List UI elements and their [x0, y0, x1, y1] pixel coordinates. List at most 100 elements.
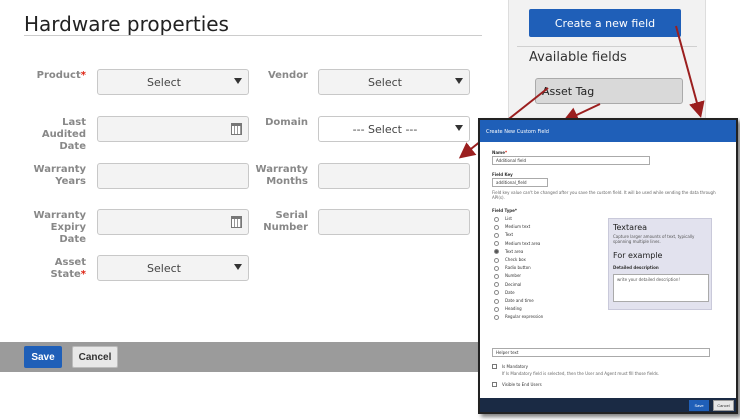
field-type-option-label: Decimal: [505, 281, 522, 287]
field-type-option-label: Medium text: [505, 224, 531, 230]
last-audited-date-label-line1: Last Audited: [41, 117, 86, 140]
field-type-option[interactable]: Date: [494, 290, 515, 298]
field-type-option[interactable]: Regular expression: [494, 314, 543, 322]
mandatory-label: Is Mandatory: [502, 364, 528, 369]
product-select[interactable]: Select: [97, 69, 249, 95]
preview-title: Textarea: [613, 223, 648, 232]
helper-text-input[interactable]: Helper text: [492, 348, 710, 357]
field-type-option-label: Date and time: [505, 298, 534, 303]
chevron-down-icon: [234, 78, 242, 84]
field-type-option[interactable]: Text area: [494, 249, 523, 257]
warranty-expiry-date-field[interactable]: [97, 209, 249, 235]
last-audited-date-label: Last Audited Date: [20, 117, 86, 153]
available-fields-title: Available fields: [529, 50, 627, 65]
chevron-down-icon: [234, 264, 242, 270]
modal-title: Create New Custom Field: [480, 120, 736, 142]
field-type-option[interactable]: Number: [494, 273, 521, 281]
serial-number-label: Serial Number: [263, 210, 308, 233]
preview-example-label: Detailed description: [613, 265, 659, 270]
field-type-option[interactable]: Date and time: [494, 298, 534, 306]
radio-icon[interactable]: [494, 249, 499, 255]
product-select-value: Select: [147, 76, 181, 89]
warranty-expiry-date-label-line1: Warranty Expiry: [33, 210, 86, 233]
radio-icon[interactable]: [494, 282, 499, 288]
modal-save-button[interactable]: Save: [689, 400, 709, 411]
field-type-option[interactable]: Text: [494, 232, 513, 240]
radio-icon[interactable]: [494, 314, 499, 320]
domain-select[interactable]: --- Select ---: [318, 116, 470, 142]
vendor-select[interactable]: Select: [318, 69, 470, 95]
custom-fields-sidebar: Create a new field Available fields Asse…: [508, 0, 706, 134]
available-field-asset-tag[interactable]: Asset Tag: [535, 78, 683, 104]
chevron-down-icon: [455, 125, 463, 131]
radio-icon[interactable]: [494, 241, 499, 247]
radio-icon[interactable]: [494, 265, 499, 271]
field-type-option[interactable]: Decimal: [494, 282, 521, 290]
asset-state-select[interactable]: Select: [97, 255, 249, 281]
mandatory-checkbox[interactable]: [492, 364, 497, 369]
domain-label: Domain: [265, 117, 308, 128]
name-label: Name*: [492, 150, 507, 155]
product-label: Product*: [30, 70, 86, 82]
field-type-option[interactable]: Medium text area: [494, 241, 540, 249]
field-type-option-label: Medium text area: [505, 240, 541, 246]
field-type-option[interactable]: List: [494, 216, 512, 224]
radio-icon[interactable]: [494, 232, 499, 238]
warranty-expiry-date-label: Warranty Expiry Date: [8, 210, 86, 246]
vendor-select-value: Select: [368, 76, 402, 89]
field-type-option-label: Heading: [505, 306, 522, 312]
last-audited-date-field[interactable]: [97, 116, 249, 142]
radio-icon[interactable]: [494, 216, 499, 222]
page-title: Hardware properties: [24, 12, 229, 36]
field-key-label: Field Key: [492, 172, 513, 177]
preview-description: Capture larger amounts of text, typicall…: [613, 234, 695, 244]
field-type-option[interactable]: Check box: [494, 257, 526, 265]
field-type-option-label: Date: [505, 289, 515, 295]
visible-to-end-users-checkbox[interactable]: [492, 382, 497, 387]
field-type-option-label: Radio button: [505, 265, 531, 271]
radio-icon[interactable]: [494, 298, 499, 304]
field-type-option[interactable]: Medium text: [494, 224, 530, 232]
asset-state-label: Asset State*: [20, 257, 86, 281]
field-type-option[interactable]: Heading: [494, 306, 522, 314]
create-new-field-button[interactable]: Create a new field: [529, 9, 681, 37]
radio-icon[interactable]: [494, 224, 499, 230]
radio-icon[interactable]: [494, 290, 499, 296]
required-marker: *: [80, 70, 86, 81]
radio-icon[interactable]: [494, 273, 499, 279]
warranty-months-input[interactable]: [318, 163, 470, 189]
radio-icon[interactable]: [494, 257, 499, 263]
warranty-years-label: Warranty Years: [33, 164, 86, 187]
field-type-label: Field Type*: [492, 208, 517, 213]
modal-cancel-button[interactable]: Cancel: [713, 400, 734, 411]
asset-state-select-value: Select: [147, 262, 181, 275]
page-bottom: [0, 372, 498, 420]
product-label-text: Product: [36, 70, 81, 81]
sidebar-divider: [517, 46, 697, 47]
vendor-label: Vendor: [267, 70, 308, 81]
field-type-option-label: Text: [505, 232, 514, 238]
chevron-down-icon: [455, 78, 463, 84]
hardware-properties-form: Hardware properties Product* Select Vend…: [0, 0, 498, 420]
field-type-option-label: Text area: [505, 248, 524, 254]
preview-example-title: For example: [613, 251, 663, 260]
radio-icon[interactable]: [494, 306, 499, 312]
warranty-months-label: Warranty Months: [255, 164, 308, 187]
create-custom-field-modal: Create New Custom Field Name* Additional…: [478, 118, 738, 414]
cancel-button[interactable]: Cancel: [72, 346, 118, 368]
required-marker: *: [504, 150, 508, 155]
field-key-input[interactable]: additional_field: [492, 178, 548, 187]
serial-number-input[interactable]: [318, 209, 470, 235]
field-key-help: Field key value can't be changed after y…: [492, 190, 716, 200]
mandatory-help: If Is Mandatory field is selected, then …: [502, 371, 660, 376]
save-button[interactable]: Save: [24, 346, 62, 368]
calendar-icon[interactable]: [231, 123, 242, 135]
field-type-preview: Textarea Capture larger amounts of text,…: [608, 218, 712, 310]
field-type-option-label: List: [505, 216, 512, 221]
field-type-option-label: Regular expression: [505, 314, 544, 320]
name-input[interactable]: Additional field: [492, 156, 650, 165]
warranty-years-input[interactable]: [97, 163, 249, 189]
warranty-expiry-date-label-line2: Date: [59, 234, 86, 245]
visible-to-end-users-label: Visible to End Users: [502, 382, 542, 387]
field-type-option[interactable]: Radio button: [494, 265, 531, 273]
